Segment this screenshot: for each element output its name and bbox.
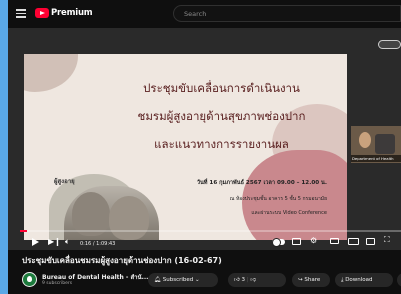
like-count: 3 [241, 277, 246, 283]
youtube-premium-logo[interactable]: Premium [35, 8, 93, 18]
subscriber-count: 9 subscribers [42, 281, 73, 286]
settings-gear-icon[interactable]: ⚙ [310, 236, 317, 246]
progress-fill [20, 230, 27, 232]
miniplayer-icon[interactable] [330, 238, 339, 244]
share-label: Share [304, 277, 321, 283]
more-actions-icon[interactable] [397, 273, 401, 287]
theater-mode-icon[interactable] [348, 238, 359, 245]
volume-icon[interactable]: 🔈︎ [65, 237, 70, 247]
slide-title-line: ชมรมผู้สูงอายุด้านสุขภาพช่องปาก [137, 109, 306, 123]
chevron-down-icon: ⌄ [195, 277, 200, 283]
next-icon[interactable]: ▶❙ [48, 237, 61, 247]
youtube-window: Premium Search ผู้สูงอายุ ประชุมขับเคลื่… [8, 0, 401, 294]
subtitles-icon[interactable] [292, 238, 301, 245]
play-icon[interactable] [32, 238, 39, 246]
channel-row: Bureau of Dental Health - สำนั... 9 subs… [22, 270, 401, 290]
subscribed-button[interactable]: 🔔︎ Subscribed ⌄ [148, 273, 218, 287]
download-button[interactable]: ⤓ Download [335, 273, 393, 287]
slide-date: วันที่ 16 กุมภาพันธ์ 2567 เวลา 09.00 – 1… [196, 180, 327, 186]
video-frame-slide: ผู้สูงอายุ ประชุมขับเคลื่อนการดำเนินงาน … [24, 54, 347, 240]
slide-room: ณ ห้องประชุมชั้น อาคาร 5 ชั้น 5 กรมอนามั… [229, 196, 327, 202]
subscribed-label: Subscribed [162, 277, 194, 283]
logo-text: Premium [51, 8, 93, 18]
download-label: Download [345, 277, 373, 283]
share-button[interactable]: ↪ Share [292, 273, 330, 287]
progress-bar[interactable] [20, 230, 401, 232]
video-title: ประชุมขับเคลื่อนชมรมผู้สูงอายุด้านช่องปา… [22, 256, 222, 265]
slide-mode: และผ่านระบบ Video Conference [251, 210, 327, 216]
slide-title-line: และแนวทางการรายงานผล [154, 137, 289, 151]
download-icon: ⤓ [341, 277, 344, 283]
thumbs-up-icon: 👍︎ [234, 277, 240, 283]
photo-label: ผู้สูงอายุ [54, 178, 75, 185]
slide-title-line: ประชุมขับเคลื่อนการดำเนินงาน [143, 81, 300, 95]
cast-icon[interactable] [366, 238, 375, 245]
camera-label: Department of Health [351, 155, 401, 162]
share-icon: ↪ [298, 277, 303, 283]
search-input[interactable]: Search [173, 5, 401, 22]
player-controls: ▶❙ 🔈︎ 0:16 / 1:09:43 ⚙ ⛶ [8, 234, 401, 250]
top-bar: Premium Search [8, 0, 401, 28]
autoplay-switch-icon[interactable] [272, 238, 285, 247]
youtube-logo-icon [35, 8, 49, 18]
autoplay-toggle[interactable] [378, 40, 401, 49]
like-dislike-button[interactable]: 👍︎ 3 | 👎︎ [228, 273, 286, 287]
channel-avatar[interactable] [22, 272, 37, 287]
thumbs-down-icon[interactable]: 👎︎ [250, 277, 256, 283]
video-player[interactable]: ผู้สูงอายุ ประชุมขับเคลื่อนการดำเนินงาน … [8, 28, 401, 250]
hamburger-menu-icon[interactable] [16, 9, 26, 18]
bell-icon: 🔔︎ [154, 277, 161, 283]
fullscreen-icon[interactable]: ⛶ [384, 235, 390, 245]
time-display: 0:16 / 1:09:43 [80, 241, 116, 247]
